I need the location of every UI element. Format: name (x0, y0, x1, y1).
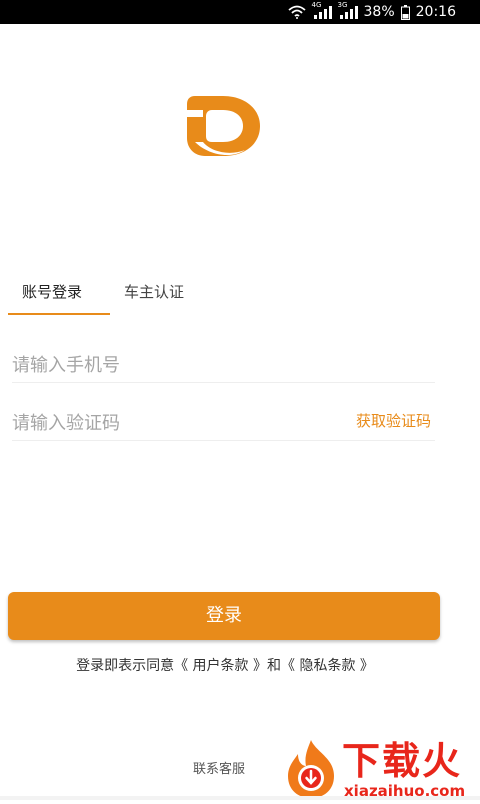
watermark-title: 下载火 (342, 739, 463, 783)
network-4g-label: 4G (311, 1, 322, 9)
phone-input[interactable] (12, 348, 312, 382)
clock: 20:16 (415, 4, 456, 20)
flame-icon (282, 738, 340, 804)
agreement-prefix: 登录即表示同意 (76, 658, 175, 674)
network-3g-label: 3G (337, 1, 348, 9)
battery-icon (400, 4, 410, 20)
bottom-edge (0, 796, 480, 800)
wifi-icon (287, 5, 306, 19)
watermark: 下载火 xiazaihuo.com (282, 738, 480, 800)
login-tabs: 账号登录 车主认证 (0, 270, 480, 316)
privacy-terms-link[interactable]: 《 隐私条款 》 (281, 658, 374, 674)
agreement-text: 登录即表示同意《 用户条款 》和《 隐私条款 》 (0, 656, 450, 676)
status-icons: 4G 3G 38% 20:16 (287, 0, 456, 24)
status-bar: 4G 3G 38% 20:16 (0, 0, 480, 24)
battery-percent: 38% (363, 4, 395, 20)
active-tab-indicator (8, 313, 110, 315)
tab-account-login[interactable]: 账号登录 (22, 270, 82, 314)
login-button[interactable]: 登录 (8, 592, 440, 640)
phone-field (12, 348, 435, 383)
app-logo (185, 92, 261, 158)
tab-owner-verification[interactable]: 车主认证 (124, 270, 184, 314)
signal-4g-icon: 4G (312, 1, 332, 19)
get-code-button[interactable]: 获取验证码 (356, 408, 431, 434)
signal-3g-icon: 3G (338, 1, 358, 19)
code-field: 获取验证码 (12, 406, 435, 441)
contact-support-link[interactable]: 联系客服 (193, 760, 245, 780)
user-terms-link[interactable]: 《 用户条款 》 (174, 658, 267, 674)
agreement-and: 和 (267, 658, 281, 674)
code-input[interactable] (12, 406, 312, 440)
